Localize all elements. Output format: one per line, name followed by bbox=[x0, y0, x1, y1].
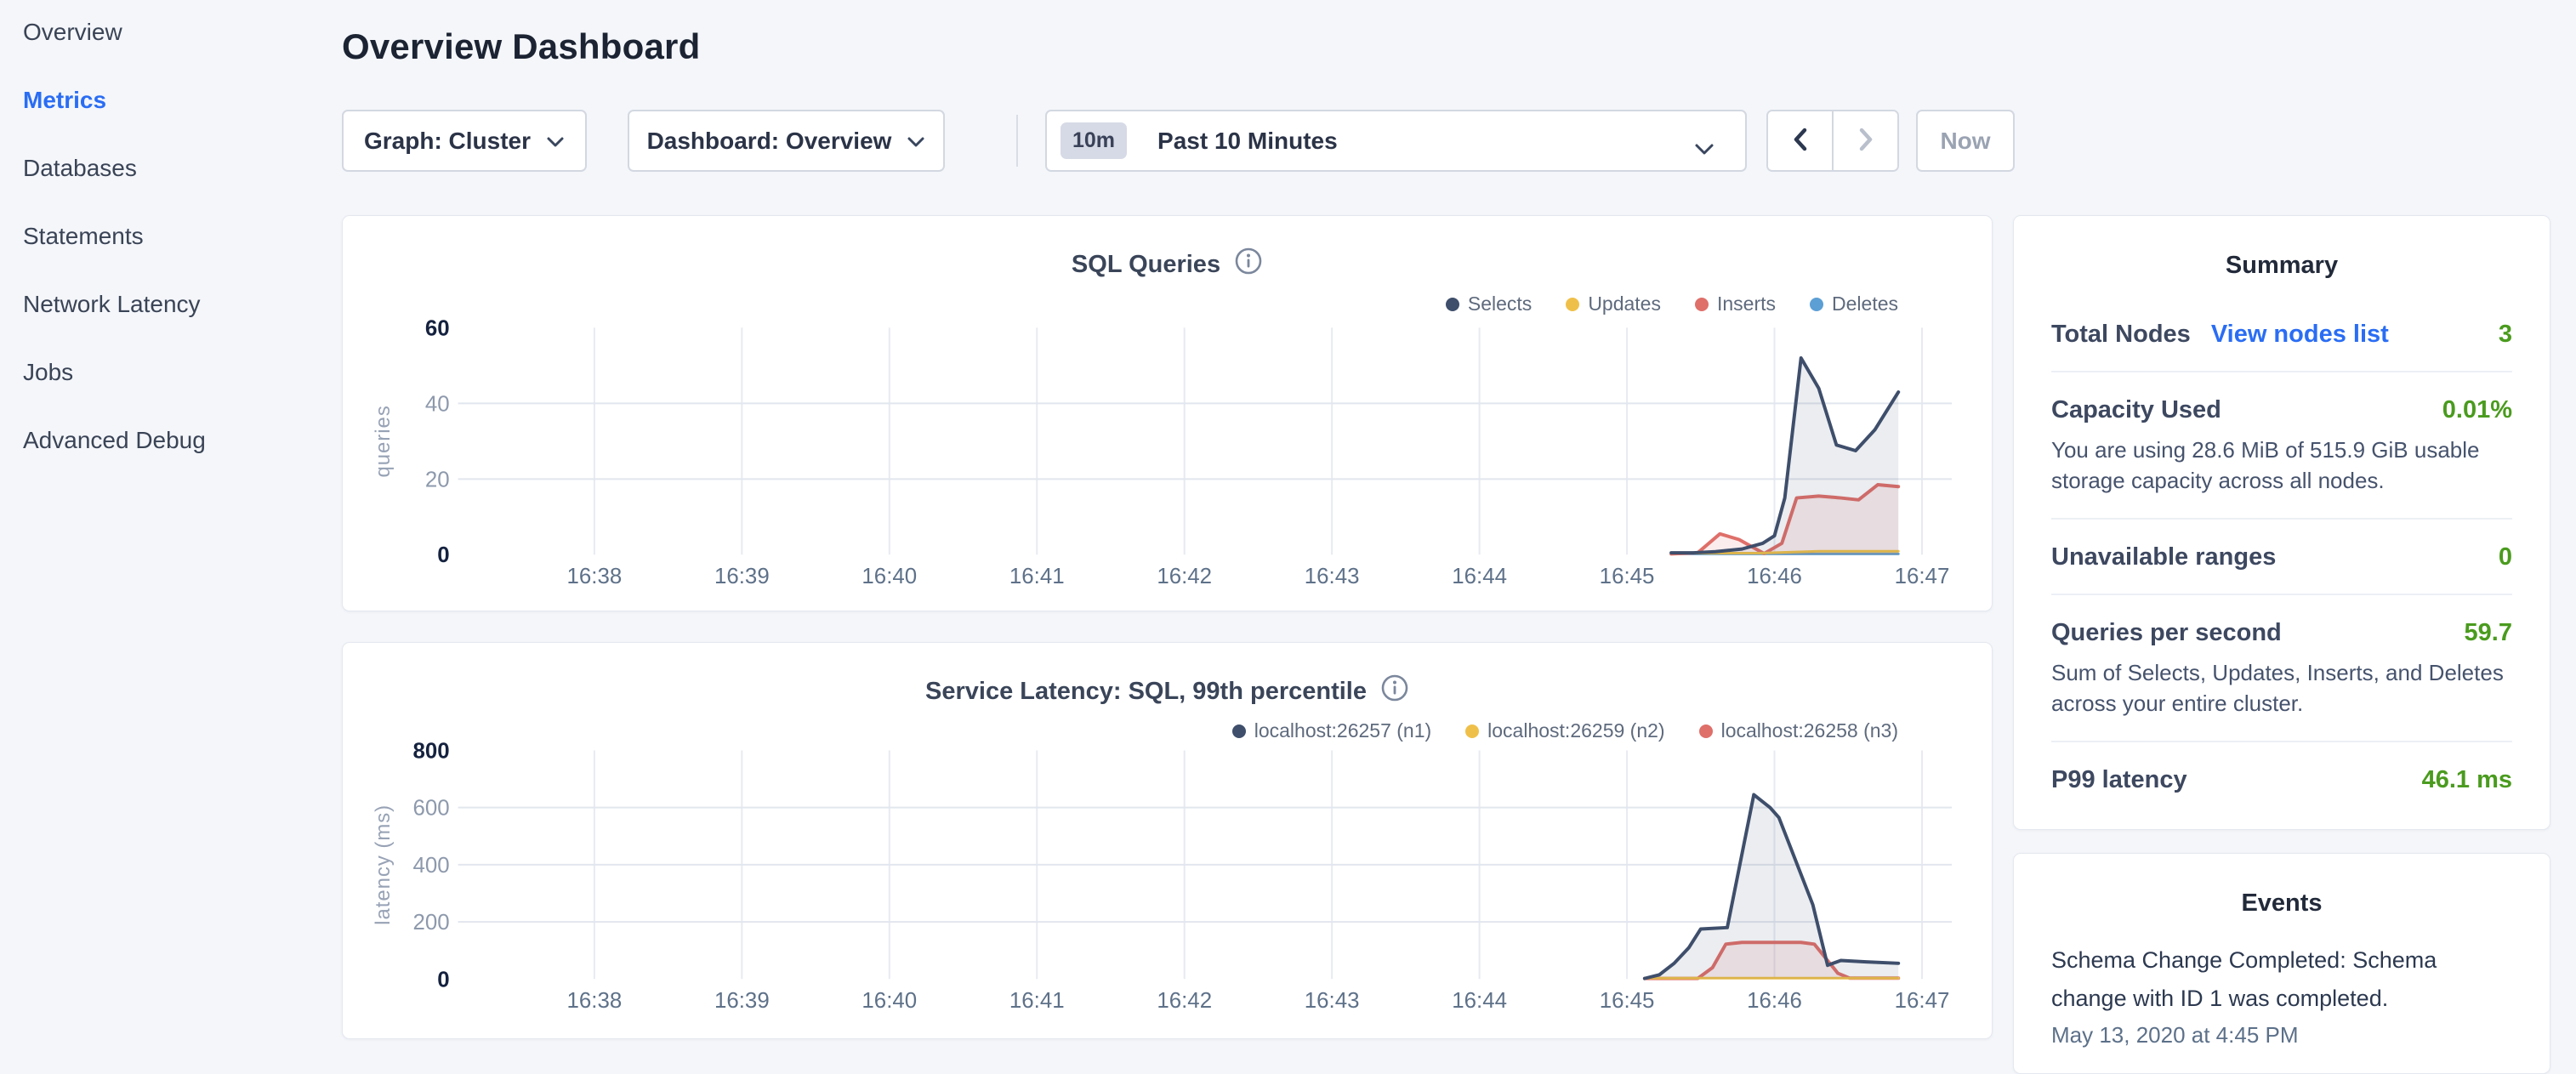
chevron-left-icon bbox=[1789, 126, 1811, 156]
svg-text:20: 20 bbox=[425, 468, 450, 492]
summary-row-value: 59.7 bbox=[2465, 619, 2512, 647]
svg-text:16:45: 16:45 bbox=[1600, 565, 1655, 588]
svg-text:16:40: 16:40 bbox=[862, 565, 917, 588]
time-range-label: Past 10 Minutes bbox=[1157, 128, 1338, 155]
time-step-button-group bbox=[1766, 110, 1899, 172]
svg-text:600: 600 bbox=[412, 797, 449, 821]
summary-row-value: 0 bbox=[2499, 543, 2512, 571]
svg-text:queries: queries bbox=[372, 405, 395, 477]
svg-text:16:44: 16:44 bbox=[1452, 565, 1507, 588]
summary-row-value: 46.1 ms bbox=[2422, 766, 2512, 794]
svg-text:16:46: 16:46 bbox=[1747, 989, 1802, 1013]
chevron-down-icon bbox=[1694, 135, 1714, 162]
summary-row-label: Capacity Used bbox=[2051, 396, 2221, 424]
svg-text:40: 40 bbox=[425, 392, 450, 416]
time-back-button[interactable] bbox=[1768, 111, 1834, 170]
sidebar-item-metrics[interactable]: Metrics bbox=[23, 85, 106, 116]
svg-text:16:38: 16:38 bbox=[567, 565, 623, 588]
summary-rows: Total Nodes View nodes list 3 Capacity Used… bbox=[2014, 297, 2550, 816]
time-range-badge: 10m bbox=[1061, 122, 1127, 159]
svg-text:16:44: 16:44 bbox=[1452, 989, 1507, 1013]
svg-text:16:42: 16:42 bbox=[1157, 565, 1212, 588]
svg-text:latency (ms): latency (ms) bbox=[372, 804, 395, 925]
event-item-timestamp: May 13, 2020 at 4:45 PM bbox=[2051, 1022, 2512, 1048]
svg-text:16:40: 16:40 bbox=[862, 989, 917, 1013]
summary-row-capacity-used: Capacity Used 0.01% You are using 28.6 MiB… bbox=[2051, 372, 2512, 520]
svg-text:800: 800 bbox=[412, 739, 449, 763]
summary-row-queries-per-second: Queries per second 59.7 Sum of Selects, Up… bbox=[2051, 595, 2512, 742]
svg-text:16:43: 16:43 bbox=[1305, 565, 1360, 588]
events-panel: Events Schema Change Completed: Schema c… bbox=[2013, 853, 2550, 1074]
sidebar-item-databases[interactable]: Databases bbox=[23, 153, 137, 184]
summary-title: Summary bbox=[2014, 252, 2550, 280]
svg-text:16:42: 16:42 bbox=[1157, 989, 1212, 1013]
dashboard-dropdown[interactable]: Dashboard: Overview bbox=[628, 110, 945, 172]
svg-text:200: 200 bbox=[412, 911, 449, 935]
summary-row-unavailable-ranges: Unavailable ranges 0 bbox=[2051, 520, 2512, 595]
time-forward-button[interactable] bbox=[1834, 111, 1897, 170]
service-latency-plot[interactable]: 16:38 16:39 16:40 16:41 16:42 16:43 16:44 16:45… bbox=[343, 643, 1992, 1038]
sidebar-item-advanced-debug[interactable]: Advanced Debug bbox=[23, 425, 206, 456]
sidebar-item-overview[interactable]: Overview bbox=[23, 17, 122, 48]
svg-text:16:47: 16:47 bbox=[1895, 989, 1950, 1013]
dashboard-dropdown-label: Dashboard: Overview bbox=[647, 128, 892, 155]
svg-text:16:47: 16:47 bbox=[1895, 565, 1950, 588]
svg-text:0: 0 bbox=[437, 968, 449, 992]
summary-row-total-nodes: Total Nodes View nodes list 3 bbox=[2051, 297, 2512, 372]
chevron-down-icon bbox=[546, 128, 565, 155]
summary-row-p99-latency: P99 latency 46.1 ms bbox=[2051, 742, 2512, 816]
svg-text:16:39: 16:39 bbox=[714, 565, 770, 588]
svg-text:16:38: 16:38 bbox=[567, 989, 623, 1013]
svg-text:16:41: 16:41 bbox=[1009, 565, 1065, 588]
toolbar-divider bbox=[1016, 115, 1018, 167]
page-title: Overview Dashboard bbox=[342, 26, 700, 68]
svg-text:0: 0 bbox=[437, 543, 449, 567]
svg-text:60: 60 bbox=[425, 316, 450, 340]
graph-dropdown-label: Graph: Cluster bbox=[364, 128, 531, 155]
summary-row-label: Queries per second bbox=[2051, 619, 2282, 647]
graph-dropdown[interactable]: Graph: Cluster bbox=[342, 110, 587, 172]
svg-text:16:39: 16:39 bbox=[714, 989, 770, 1013]
event-item-text[interactable]: Schema Change Completed: Schema change w… bbox=[2051, 941, 2512, 1018]
now-button[interactable]: Now bbox=[1916, 110, 2015, 172]
sql-queries-plot[interactable]: 16:38 16:39 16:40 16:41 16:42 16:43 16:44 16:45… bbox=[343, 216, 1992, 611]
summary-panel: Summary Total Nodes View nodes list 3 Capac… bbox=[2013, 215, 2550, 830]
sql-queries-chart-card: SQL Queries SelectsUpdatesInsertsDeletes… bbox=[342, 215, 1993, 611]
sidebar-item-network-latency[interactable]: Network Latency bbox=[23, 289, 201, 320]
svg-text:16:46: 16:46 bbox=[1747, 565, 1802, 588]
sidebar-item-statements[interactable]: Statements bbox=[23, 221, 144, 252]
summary-row-value: 3 bbox=[2499, 321, 2512, 349]
summary-row-label: P99 latency bbox=[2051, 766, 2187, 794]
chevron-right-icon bbox=[1855, 126, 1877, 156]
chevron-down-icon bbox=[907, 128, 925, 155]
svg-text:16:43: 16:43 bbox=[1305, 989, 1360, 1013]
service-latency-chart-card: Service Latency: SQL, 99th percentile lo… bbox=[342, 642, 1993, 1039]
summary-row-label: Total Nodes bbox=[2051, 321, 2191, 349]
svg-text:16:45: 16:45 bbox=[1600, 989, 1655, 1013]
svg-text:400: 400 bbox=[412, 854, 449, 878]
summary-row-label: Unavailable ranges bbox=[2051, 543, 2276, 571]
summary-row-subtext: Sum of Selects, Updates, Inserts, and De… bbox=[2051, 657, 2512, 719]
events-title: Events bbox=[2014, 889, 2550, 918]
view-nodes-list-link[interactable]: View nodes list bbox=[2211, 321, 2389, 349]
svg-text:16:41: 16:41 bbox=[1009, 989, 1065, 1013]
sidebar-item-jobs[interactable]: Jobs bbox=[23, 357, 73, 388]
summary-row-value: 0.01% bbox=[2442, 396, 2512, 424]
time-range-dropdown[interactable]: 10m Past 10 Minutes bbox=[1045, 110, 1747, 172]
summary-row-subtext: You are using 28.6 MiB of 515.9 GiB usab… bbox=[2051, 435, 2512, 496]
